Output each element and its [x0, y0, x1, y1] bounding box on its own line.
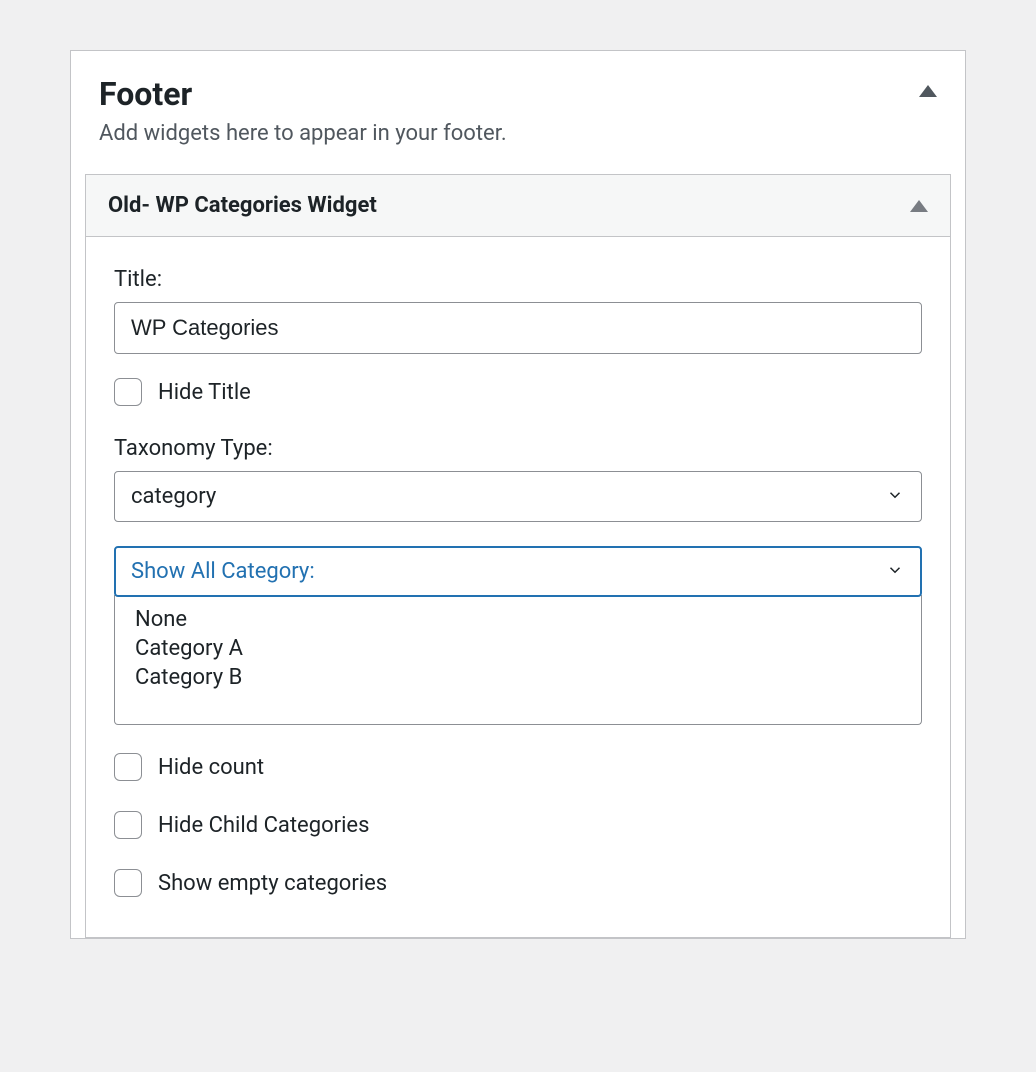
widget-body: Title: Hide Title Taxonomy Type: categor…: [86, 237, 950, 937]
category-select-wrap: Show All Category:: [114, 546, 922, 597]
widget-name: Old- WP Categories Widget: [108, 193, 377, 218]
panel-header[interactable]: Footer: [71, 51, 965, 121]
collapse-icon: [910, 200, 928, 212]
taxonomy-field: Taxonomy Type: category: [114, 436, 922, 522]
widget-area-panel: Footer Add widgets here to appear in you…: [70, 50, 966, 939]
hide-child-row: Hide Child Categories: [114, 811, 922, 839]
category-option[interactable]: Category A: [115, 634, 921, 663]
hide-child-label[interactable]: Hide Child Categories: [158, 813, 369, 838]
hide-count-label[interactable]: Hide count: [158, 755, 264, 780]
taxonomy-select-wrap: category: [114, 471, 922, 522]
panel-description: Add widgets here to appear in your foote…: [71, 121, 965, 174]
collapse-icon: [919, 85, 937, 97]
hide-count-checkbox[interactable]: [114, 753, 142, 781]
category-select[interactable]: Show All Category:: [114, 546, 922, 597]
widget-header[interactable]: Old- WP Categories Widget: [86, 175, 950, 237]
hide-child-checkbox[interactable]: [114, 811, 142, 839]
show-empty-label[interactable]: Show empty categories: [158, 871, 387, 896]
category-field: Show All Category: None Category A Categ…: [114, 546, 922, 725]
show-empty-row: Show empty categories: [114, 869, 922, 897]
show-empty-checkbox[interactable]: [114, 869, 142, 897]
widget-item: Old- WP Categories Widget Title: Hide Ti…: [85, 174, 951, 938]
hide-count-row: Hide count: [114, 753, 922, 781]
hide-title-checkbox[interactable]: [114, 378, 142, 406]
title-field: Title:: [114, 267, 922, 354]
panel-title: Footer: [99, 75, 192, 113]
hide-title-row: Hide Title: [114, 378, 922, 406]
title-input[interactable]: [114, 302, 922, 354]
hide-title-label[interactable]: Hide Title: [158, 380, 251, 405]
taxonomy-select[interactable]: category: [114, 471, 922, 522]
taxonomy-label: Taxonomy Type:: [114, 436, 922, 461]
title-label: Title:: [114, 267, 922, 292]
category-option[interactable]: None: [115, 605, 921, 634]
category-option[interactable]: Category B: [115, 663, 921, 692]
category-listbox[interactable]: None Category A Category B: [114, 595, 922, 725]
